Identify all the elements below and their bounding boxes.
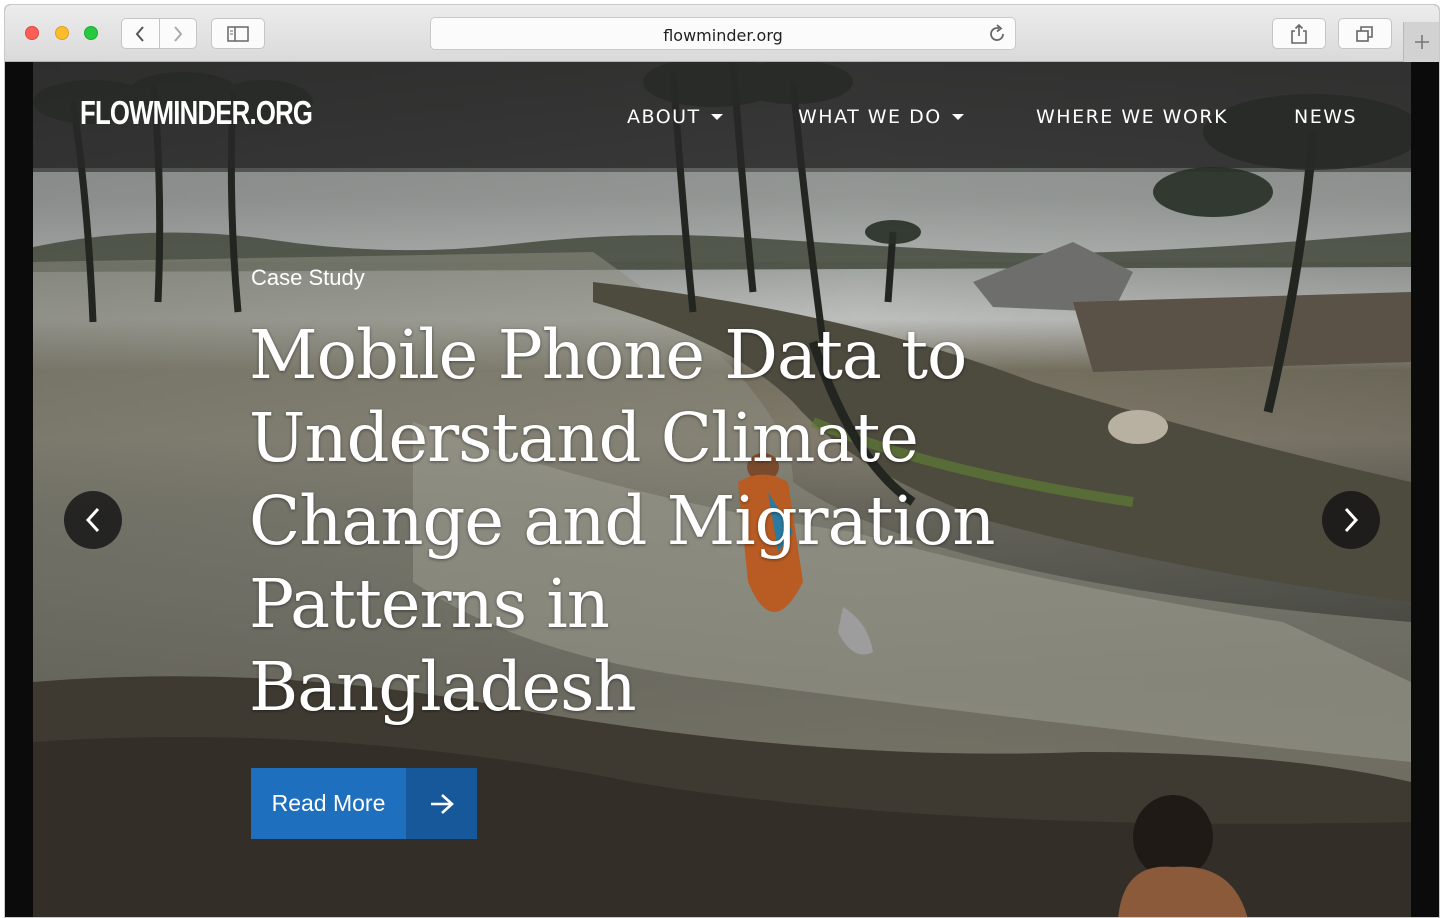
browser-window: flowminder.org FLOWMINDER.ORG ABOUT WHAT… bbox=[4, 4, 1440, 918]
nav-item-where-we-work[interactable]: WHERE WE WORK bbox=[1036, 106, 1228, 128]
chevron-left-icon bbox=[85, 507, 100, 533]
chevron-left-icon bbox=[135, 25, 145, 42]
chevron-right-icon bbox=[173, 25, 183, 42]
back-button[interactable] bbox=[122, 19, 159, 48]
web-page: FLOWMINDER.ORG ABOUT WHAT WE DO WHERE WE… bbox=[5, 62, 1439, 917]
url-text: flowminder.org bbox=[663, 26, 783, 45]
chevron-right-icon bbox=[1344, 507, 1359, 533]
site-header: FLOWMINDER.ORG ABOUT WHAT WE DO WHERE WE… bbox=[33, 62, 1411, 168]
arrow-right-icon bbox=[406, 768, 477, 839]
hero-kicker: Case Study bbox=[251, 265, 365, 290]
history-nav-group bbox=[121, 18, 197, 49]
nav-item-about[interactable]: ABOUT bbox=[627, 106, 723, 128]
slider-prev-button[interactable] bbox=[64, 491, 122, 549]
sidebar-button[interactable] bbox=[211, 18, 265, 49]
read-more-label: Read More bbox=[251, 768, 406, 839]
nav-item-what-we-do[interactable]: WHAT WE DO bbox=[798, 106, 964, 128]
read-more-button[interactable]: Read More bbox=[251, 768, 477, 839]
nav-item-label: NEWS bbox=[1294, 106, 1358, 128]
chevron-down-icon bbox=[710, 114, 723, 120]
forward-button[interactable] bbox=[158, 19, 197, 48]
browser-toolbar: flowminder.org bbox=[5, 5, 1439, 62]
new-tab-button[interactable] bbox=[1403, 22, 1439, 62]
close-window-button[interactable] bbox=[25, 26, 39, 40]
reload-icon bbox=[990, 24, 1004, 41]
address-bar[interactable]: flowminder.org bbox=[430, 17, 1016, 50]
zoom-window-button[interactable] bbox=[84, 26, 98, 40]
sidebar-icon bbox=[227, 25, 249, 42]
chevron-down-icon bbox=[951, 114, 964, 120]
hero-headline[interactable]: Mobile Phone Data to Understand Climate … bbox=[249, 314, 1009, 729]
tabs-overview-icon bbox=[1356, 25, 1373, 42]
nav-item-label: WHERE WE WORK bbox=[1036, 106, 1229, 128]
nav-item-label: WHAT WE DO bbox=[798, 106, 942, 128]
nav-item-label: ABOUT bbox=[627, 106, 701, 128]
minimize-window-button[interactable] bbox=[55, 26, 69, 40]
share-icon bbox=[1291, 23, 1307, 44]
tabs-overview-button[interactable] bbox=[1338, 18, 1392, 49]
nav-item-news[interactable]: NEWS bbox=[1294, 106, 1357, 128]
slider-next-button[interactable] bbox=[1322, 491, 1380, 549]
reload-button[interactable] bbox=[987, 24, 1007, 49]
share-button[interactable] bbox=[1272, 18, 1326, 49]
plus-icon bbox=[1414, 35, 1429, 49]
site-logo[interactable]: FLOWMINDER.ORG bbox=[80, 94, 313, 132]
